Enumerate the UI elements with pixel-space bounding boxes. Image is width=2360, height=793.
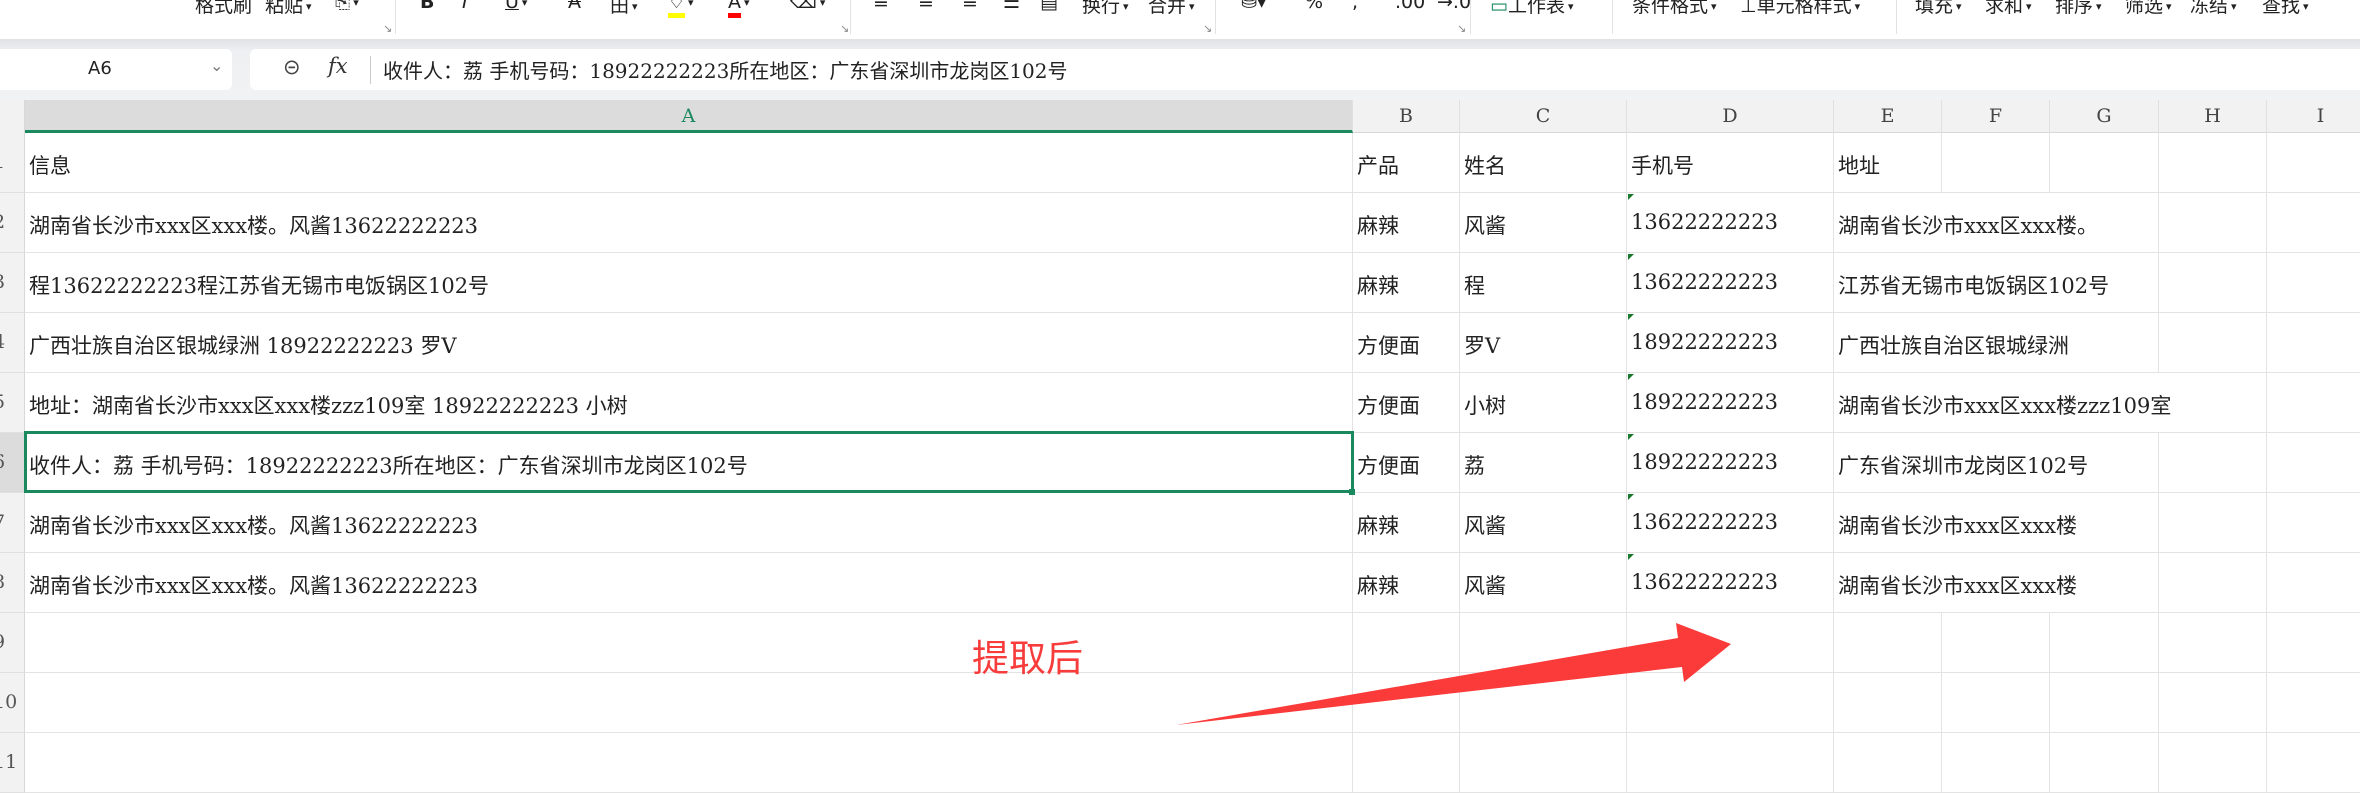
select-all-corner[interactable] (0, 100, 25, 133)
annotation-arrow (1176, 623, 1731, 725)
arrow-shape (1176, 623, 1731, 725)
